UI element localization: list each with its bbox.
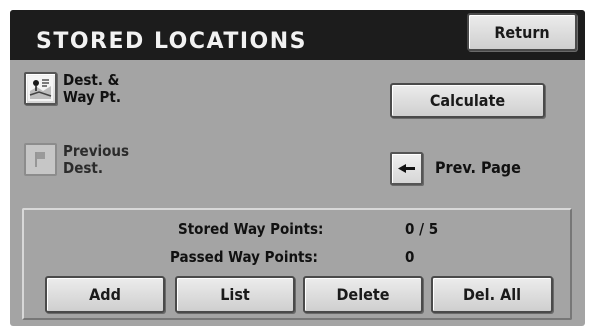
- title-bar: STORED LOCATIONS Return: [10, 10, 585, 60]
- delete-button[interactable]: Delete: [303, 276, 423, 313]
- stored-waypoints-label: Stored Way Points:: [178, 220, 324, 238]
- previous-dest-label-1: Previous: [63, 142, 130, 160]
- previous-dest-button[interactable]: [24, 143, 57, 176]
- previous-dest-label-2: Dest.: [63, 159, 103, 177]
- dest-waypoint-label-1: Dest. &: [63, 71, 120, 89]
- add-button[interactable]: Add: [45, 276, 165, 313]
- page-title: STORED LOCATIONS: [36, 29, 307, 54]
- stored-locations-screen: STORED LOCATIONS Return Dest. & Way Pt. …: [10, 10, 585, 326]
- stored-waypoints-value: 0 / 5: [405, 220, 439, 238]
- passed-waypoints-label: Passed Way Points:: [170, 248, 318, 266]
- delete-all-button[interactable]: Del. All: [431, 276, 553, 313]
- dest-waypoint-button[interactable]: [24, 72, 57, 105]
- return-button[interactable]: Return: [467, 13, 577, 51]
- calculate-button[interactable]: Calculate: [390, 83, 545, 118]
- prev-page-button[interactable]: [390, 152, 423, 185]
- map-waypoint-icon: [28, 76, 53, 101]
- passed-waypoints-value: 0: [405, 248, 415, 266]
- dest-waypoint-label-2: Way Pt.: [63, 88, 121, 106]
- list-button[interactable]: List: [175, 276, 295, 313]
- flag-icon: [35, 152, 45, 167]
- left-arrow-icon: [398, 164, 415, 173]
- prev-page-label[interactable]: Prev. Page: [435, 160, 521, 176]
